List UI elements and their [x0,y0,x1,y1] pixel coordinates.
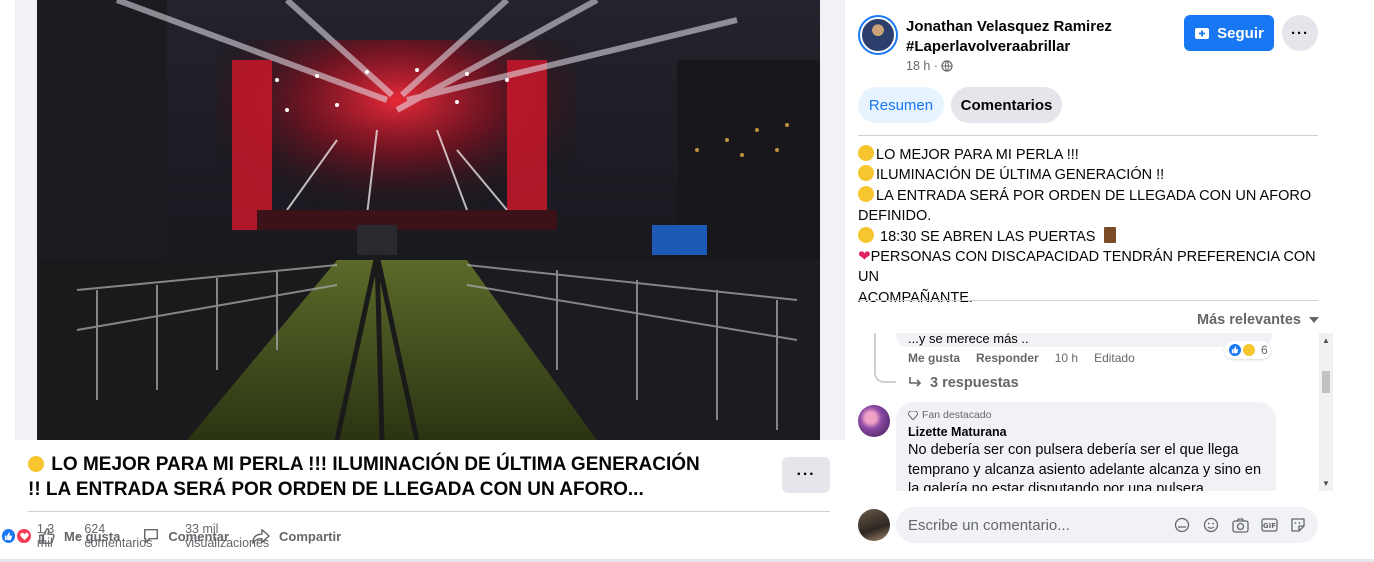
comments-list[interactable]: ...y se merece más .. Me gusta Responder… [858,333,1334,491]
author-avatar[interactable] [858,15,898,55]
author-hashtag[interactable]: #Laperlavolveraabrillar [906,38,1070,55]
current-user-avatar[interactable] [858,509,890,541]
follow-icon [1195,28,1210,39]
scroll-thumb[interactable] [1322,371,1330,393]
door-emoji-icon [1103,226,1116,243]
svg-text:GIF: GIF [1262,522,1275,530]
comment-time[interactable]: 10 h [1055,351,1078,365]
stats-separator: · [176,529,182,543]
comment-text: ...y se merece más .. [908,333,1029,346]
globe-icon [941,60,953,72]
post-description: LO MEJOR PARA MI PERLA !!! ILUMINACIÓN D… [858,145,1323,308]
action-divider [28,511,830,512]
sticker-icon[interactable] [1288,515,1308,535]
scroll-up-arrow-icon[interactable]: ▲ [1322,336,1330,345]
comment-actions: Me gusta Responder 10 h Editado [908,351,1135,365]
haha-reaction-icon [1241,342,1257,358]
video-column: LO MEJOR PARA MI PERLA !!! ILUMINACIÓN D… [0,0,845,562]
heart-emoji-icon: ❤ [858,248,871,266]
commenter-name[interactable]: Lizette Maturana [908,425,1264,439]
post-title-line2: !! LA ENTRADA SERÁ POR ORDEN DE LLEGADA … [28,479,644,500]
commenter-avatar[interactable] [858,405,890,437]
emoji-icon[interactable] [1201,515,1221,535]
thread-line [874,333,896,383]
video-frame-image [37,0,820,440]
comment-reactions[interactable]: 6 [1224,341,1271,359]
post-time: 18 h · [906,59,953,73]
comment-text: No debería ser con pulsera debería ser e… [908,442,1262,491]
avatar-sticker-icon[interactable] [1172,515,1192,535]
composer-icons: GIF [1172,507,1308,543]
sort-dropdown[interactable]: Más relevantes [1197,312,1319,328]
love-reaction-icon [15,527,33,545]
video-frame [15,0,845,440]
description-divider [858,300,1318,301]
view-count: 33 mil visualizaciones [185,522,270,550]
sunglasses-emoji-icon [858,165,874,182]
comments-scrollbar[interactable]: ▲ ▼ [1319,333,1333,491]
replies-count: 3 respuestas [930,375,1019,391]
camera-icon[interactable] [1230,515,1250,535]
comment-placeholder: Escribe un comentario... [908,516,1070,534]
comment-reaction-count: 6 [1261,343,1268,357]
caret-down-icon [1308,317,1319,323]
post-more-button[interactable]: ··· [782,457,830,493]
tabs-divider [858,135,1318,136]
video-player[interactable] [37,0,820,440]
gif-icon[interactable]: GIF [1259,515,1279,535]
comment-like-button[interactable]: Me gusta [908,351,960,365]
face-emoji-icon [858,226,874,243]
post-title: LO MEJOR PARA MI PERLA !!! ILUMINACIÓN D… [28,452,768,502]
comment-input[interactable]: Escribe un comentario... GIF [896,507,1318,543]
post-stats: 1,3 mil · 624 comentarios · 33 mil visua… [0,522,301,550]
fan-badge: Fan destacado [908,409,1264,421]
reaction-count[interactable]: 1,3 mil [37,522,72,550]
hugging-emoji-icon [28,456,44,472]
comment-bubble: Fan destacado Lizette Maturana No deberí… [896,402,1276,491]
comment-bubble: ...y se merece más .. [896,333,1272,347]
author-name[interactable]: Jonathan Velasquez Ramirez [906,18,1112,35]
desc-line2: ILUMINACIÓN DE ÚLTIMA GENERACIÓN !! [876,167,1165,184]
desc-line6: PERSONAS CON DISCAPACIDAD TENDRÁN PREFER… [858,249,1316,286]
desc-line1: LO MEJOR PARA MI PERLA !!! [876,147,1079,163]
desc-line3: LA ENTRADA SERÁ POR ORDEN DE LLEGADA CON… [876,187,1312,204]
stats-separator: · [76,529,81,543]
follow-label: Seguir [1217,24,1264,42]
comment-edited: Editado [1094,351,1135,365]
side-panel: Jonathan Velasquez Ramirez #Laperlavolve… [845,0,1374,562]
reply-arrow-icon [909,377,922,387]
scroll-down-arrow-icon[interactable]: ▼ [1322,479,1330,488]
comment-count[interactable]: 624 comentarios [84,522,173,550]
view-replies-link[interactable]: 3 respuestas [908,375,1019,391]
diamond-icon [908,410,918,420]
post-title-line1: LO MEJOR PARA MI PERLA !!! ILUMINACIÓN D… [51,454,700,475]
desc-line7: ACOMPAÑANTE. [858,289,973,306]
follow-button[interactable]: Seguir [1184,15,1274,51]
comment-reply-button[interactable]: Responder [976,351,1039,365]
tab-comments[interactable]: Comentarios [951,87,1062,123]
hugging-emoji-icon [858,145,874,161]
post-time-text[interactable]: 18 h · [906,59,938,73]
desc-line5: 18:30 SE ABREN LAS PUERTAS [876,228,1100,245]
fan-badge-label: Fan destacado [922,409,992,421]
wink-emoji-icon [858,185,874,202]
desc-line4: DEFINIDO. [858,208,932,225]
sort-label: Más relevantes [1197,312,1301,328]
tab-summary[interactable]: Resumen [858,87,944,123]
more-options-button[interactable]: ··· [1282,15,1318,51]
